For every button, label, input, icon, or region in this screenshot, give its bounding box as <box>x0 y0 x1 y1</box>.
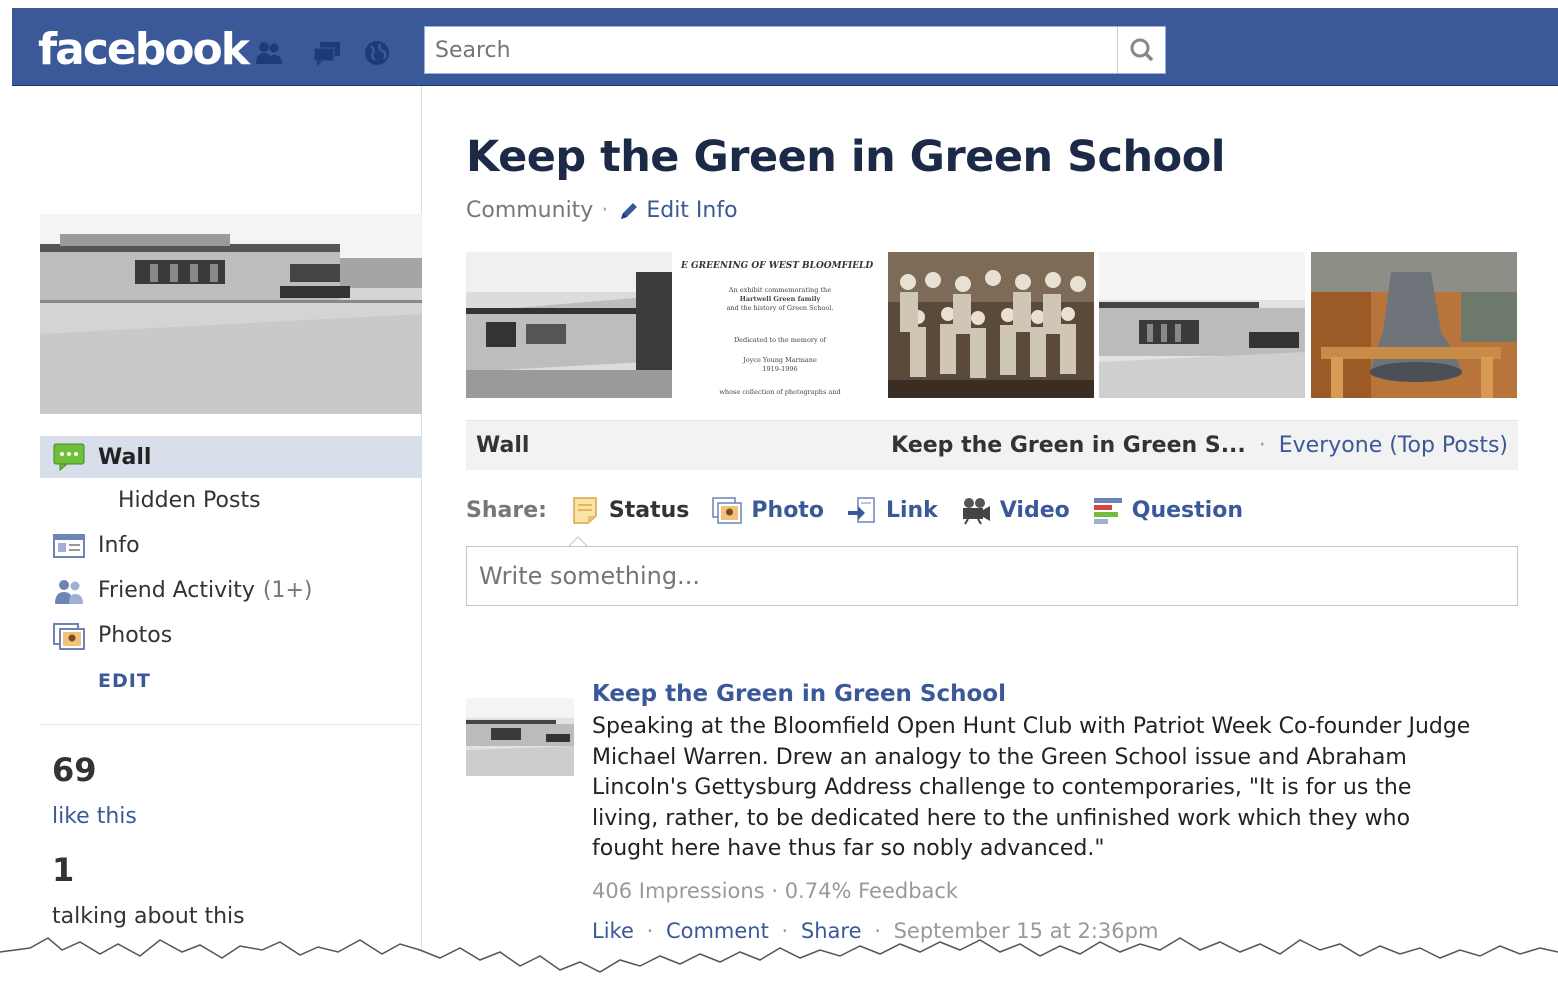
page-subline: Community · Edit Info <box>466 198 738 223</box>
share-bar: Share: Status Photo Link Video Question <box>466 488 1518 532</box>
messages-icon[interactable] <box>312 38 342 68</box>
sidebar-item-label: Info <box>98 533 140 558</box>
pencil-icon <box>621 202 638 219</box>
search-input[interactable] <box>425 27 1117 73</box>
sidebar-nav: Wall Hidden Posts Info Friend Activity (… <box>40 436 422 703</box>
post-feedback: 0.74% Feedback <box>784 878 959 903</box>
sidebar-edit-link[interactable]: EDIT <box>40 658 422 703</box>
profile-picture[interactable] <box>40 214 422 414</box>
card-line: An exhibit commemorating the <box>728 286 831 294</box>
main-column: Keep the Green in Green School Community… <box>422 86 1558 990</box>
share-photo-button[interactable]: Photo <box>711 495 824 525</box>
likes-link[interactable]: like this <box>52 804 137 829</box>
post-author-thumbnail[interactable] <box>466 698 574 776</box>
sidebar-item-info[interactable]: Info <box>40 523 422 568</box>
sidebar-item-label: Hidden Posts <box>118 488 261 513</box>
page-title: Keep the Green in Green School <box>466 132 1225 182</box>
wall-tab-label: Wall <box>476 433 530 458</box>
share-option-label: Status <box>608 497 690 523</box>
sidebar-item-wall[interactable]: Wall <box>40 436 422 478</box>
photo-icon <box>712 497 743 524</box>
edit-info-label: Edit Info <box>646 198 738 223</box>
card-line: Dedicated to the memory of <box>734 336 827 344</box>
share-status-button[interactable]: Status <box>569 495 689 525</box>
status-note-icon <box>573 497 597 524</box>
wall-filter-group: Keep the Green in Green S... · Everyone … <box>891 433 1508 458</box>
photo-strip: E GREENING OF WEST BLOOMFIELD An exhibit… <box>466 252 1518 398</box>
friend-activity-count: (1+) <box>262 578 313 603</box>
edit-info-link[interactable]: Edit Info <box>618 198 738 223</box>
photo-school-building-1[interactable] <box>466 252 672 398</box>
left-column: Wall Hidden Posts Info Friend Activity (… <box>12 86 422 990</box>
wall-filter-dropdown[interactable]: Everyone (Top Posts) <box>1279 433 1508 458</box>
post-message: Speaking at the Bloomfield Open Hunt Clu… <box>592 714 1471 861</box>
question-icon <box>1093 498 1122 524</box>
sidebar-item-friend-activity[interactable]: Friend Activity (1+) <box>40 568 422 613</box>
wall-speech-bubble-icon <box>53 443 85 472</box>
sidebar-item-label: Photos <box>98 623 173 648</box>
share-option-label: Link <box>885 497 938 523</box>
status-composer[interactable] <box>466 546 1518 606</box>
separator-dot: · <box>1258 433 1266 458</box>
photo-school-building-2[interactable] <box>1099 252 1305 398</box>
share-question-button[interactable]: Question <box>1092 495 1243 525</box>
share-link-button[interactable]: Link <box>846 495 938 525</box>
card-line: Hartwell Green family <box>740 295 821 303</box>
share-option-label: Question <box>1131 497 1243 523</box>
card-line: whose collection of photographs and <box>719 388 840 396</box>
sidebar-item-photos[interactable]: Photos <box>40 613 422 658</box>
share-label: Share: <box>466 497 547 523</box>
photo-school-bell[interactable] <box>1311 252 1517 398</box>
torn-edge-decoration <box>0 937 1558 990</box>
photo-exhibit-card[interactable]: E GREENING OF WEST BLOOMFIELD An exhibit… <box>677 252 883 398</box>
notifications-icon[interactable] <box>362 38 392 68</box>
post-impressions: 406 Impressions <box>592 878 765 903</box>
friend-requests-icon[interactable] <box>254 38 284 68</box>
search-box[interactable] <box>424 26 1166 74</box>
search-button[interactable] <box>1117 27 1165 73</box>
facebook-logo[interactable]: facebook <box>38 22 250 78</box>
wall-header-bar: Wall Keep the Green in Green S... · Ever… <box>466 420 1518 470</box>
info-card-icon <box>53 533 85 558</box>
post-author-link[interactable]: Keep the Green in Green School <box>592 676 1472 712</box>
separator-dot: · <box>601 198 609 223</box>
sidebar-divider <box>40 724 422 725</box>
card-line: and the history of Green School. <box>727 304 834 312</box>
likes-count: 69 <box>52 751 97 789</box>
share-option-label: Photo <box>751 497 824 523</box>
top-bar: facebook <box>12 8 1558 86</box>
facebook-page-window: facebook Search Wall Hidden Posts Info F… <box>12 8 1558 990</box>
card-line: 1919-1996 <box>762 365 797 373</box>
separator-dot: · <box>771 878 785 903</box>
search-icon <box>1130 38 1154 62</box>
share-option-label: Video <box>999 497 1070 523</box>
link-icon <box>847 497 875 523</box>
friends-icon <box>55 579 83 604</box>
sidebar-item-label: Wall <box>98 444 152 470</box>
sidebar-item-hidden-posts[interactable]: Hidden Posts <box>40 478 422 523</box>
share-video-button[interactable]: Video <box>960 495 1070 525</box>
video-camera-icon <box>962 498 990 525</box>
talking-count: 1 <box>52 851 75 889</box>
card-line: Joyce Young Marmane <box>742 356 817 364</box>
page-category[interactable]: Community <box>466 198 593 223</box>
card-title: E GREENING OF WEST BLOOMFIELD <box>680 261 873 271</box>
wall-page-name[interactable]: Keep the Green in Green S... <box>891 433 1246 458</box>
sidebar-item-label: Friend Activity <box>98 578 255 603</box>
photos-icon <box>53 622 85 650</box>
write-something-input[interactable] <box>467 547 1517 605</box>
photo-class-group[interactable] <box>888 252 1094 398</box>
